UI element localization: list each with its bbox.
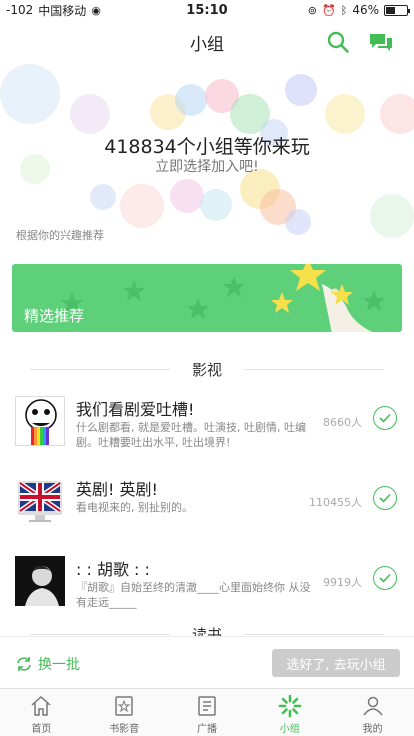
battery-percent: 46%: [352, 3, 379, 17]
tab-bar: 首页 书影音 广播 小组 我的: [0, 688, 414, 736]
tab-label: 首页: [31, 724, 52, 735]
section-header-film: 影视: [0, 359, 414, 379]
group-name: 我们看剧爱吐槽!: [76, 400, 195, 419]
search-icon[interactable]: [326, 30, 350, 54]
groups-page: -102 中国移动 ◉ 15:10 ⊚ ⏰ ᛒ 46% 小组 418834个小组…: [0, 0, 414, 736]
tab-profile[interactable]: 我的: [331, 689, 414, 736]
home-icon: [31, 695, 51, 716]
alarm-icon: ⏰: [322, 3, 336, 17]
tab-label: 我的: [362, 724, 383, 735]
tab-label: 书影音: [109, 724, 140, 735]
tab-broadcast[interactable]: 广播: [166, 689, 249, 736]
member-count: 110455人: [309, 496, 362, 509]
tab-book-movie-music[interactable]: 书影音: [83, 689, 166, 736]
status-bar: -102 中国移动 ◉ 15:10 ⊚ ⏰ ᛒ 46%: [0, 0, 414, 20]
book-movie-icon: [115, 696, 133, 716]
wifi-icon: ◉: [91, 3, 101, 17]
divider: [244, 369, 384, 370]
nav-bar: 小组: [0, 20, 414, 64]
union-jack-thumbnail: [15, 476, 65, 526]
tab-label: 小组: [279, 724, 300, 735]
group-list-item[interactable]: : : 胡歌 : : 『胡歌』自始至终的清澈____心里面始终你 从没有走远__…: [0, 556, 414, 632]
chat-icon[interactable]: [368, 31, 394, 53]
hero-banner: 418834个小组等你来玩 立即选择加入吧!: [0, 64, 414, 244]
lock-rotation-icon: ⊚: [307, 3, 318, 17]
join-check-icon[interactable]: [373, 566, 397, 590]
profile-icon: [362, 696, 383, 716]
battery-fill: [386, 6, 396, 14]
join-check-icon[interactable]: [373, 486, 397, 510]
bluetooth-icon: ᛒ: [340, 3, 348, 17]
member-count: 8660人: [323, 416, 362, 429]
group-name: : : 胡歌 : :: [76, 560, 150, 579]
group-description: 什么剧都看, 就是爱吐槽。吐演技, 吐剧情, 吐编剧。吐糟要吐出水平, 吐出境界…: [76, 421, 306, 449]
selection-action-bar: 换一批 选好了, 去玩小组: [0, 636, 414, 688]
tab-home[interactable]: 首页: [0, 689, 83, 736]
tab-groups[interactable]: 小组: [248, 689, 331, 736]
go-to-groups-button[interactable]: 选好了, 去玩小组: [272, 649, 400, 677]
hero-subtitle: 立即选择加入吧!: [155, 159, 259, 175]
group-description: 看电视来的, 别扯别的。: [76, 501, 193, 514]
recommendation-note: 根据你的兴趣推荐: [16, 229, 104, 242]
rage-face-thumbnail: [15, 396, 65, 446]
page-title: 小组: [190, 34, 224, 55]
join-check-icon[interactable]: [373, 406, 397, 430]
portrait-thumbnail: [15, 556, 65, 606]
group-name: 英剧! 英剧!: [76, 480, 158, 499]
battery-icon: [384, 4, 410, 16]
refresh-batch-button[interactable]: 换一批: [16, 654, 80, 674]
featured-banner[interactable]: 精选推荐: [12, 264, 402, 332]
signal-strength: -102: [6, 3, 34, 17]
refresh-icon: [17, 657, 31, 671]
group-list-item[interactable]: 英剧! 英剧! 看电视来的, 别扯别的。 110455人: [0, 476, 414, 552]
tab-label: 广播: [196, 724, 217, 735]
group-description: 『胡歌』自始至终的清澈____心里面始终你 从没有走远_____: [76, 581, 311, 609]
carrier: 中国移动: [38, 3, 87, 18]
member-count: 9919人: [323, 576, 362, 589]
group-icon: [278, 694, 302, 718]
featured-label: 精选推荐: [24, 307, 85, 325]
refresh-label: 换一批: [38, 657, 80, 673]
divider: [244, 634, 384, 635]
group-list-item[interactable]: 我们看剧爱吐槽! 什么剧都看, 就是爱吐槽。吐演技, 吐剧情, 吐编剧。吐糟要吐…: [0, 396, 414, 472]
broadcast-icon: [198, 696, 216, 716]
groups-count-headline: 418834个小组等你来玩: [104, 136, 310, 158]
